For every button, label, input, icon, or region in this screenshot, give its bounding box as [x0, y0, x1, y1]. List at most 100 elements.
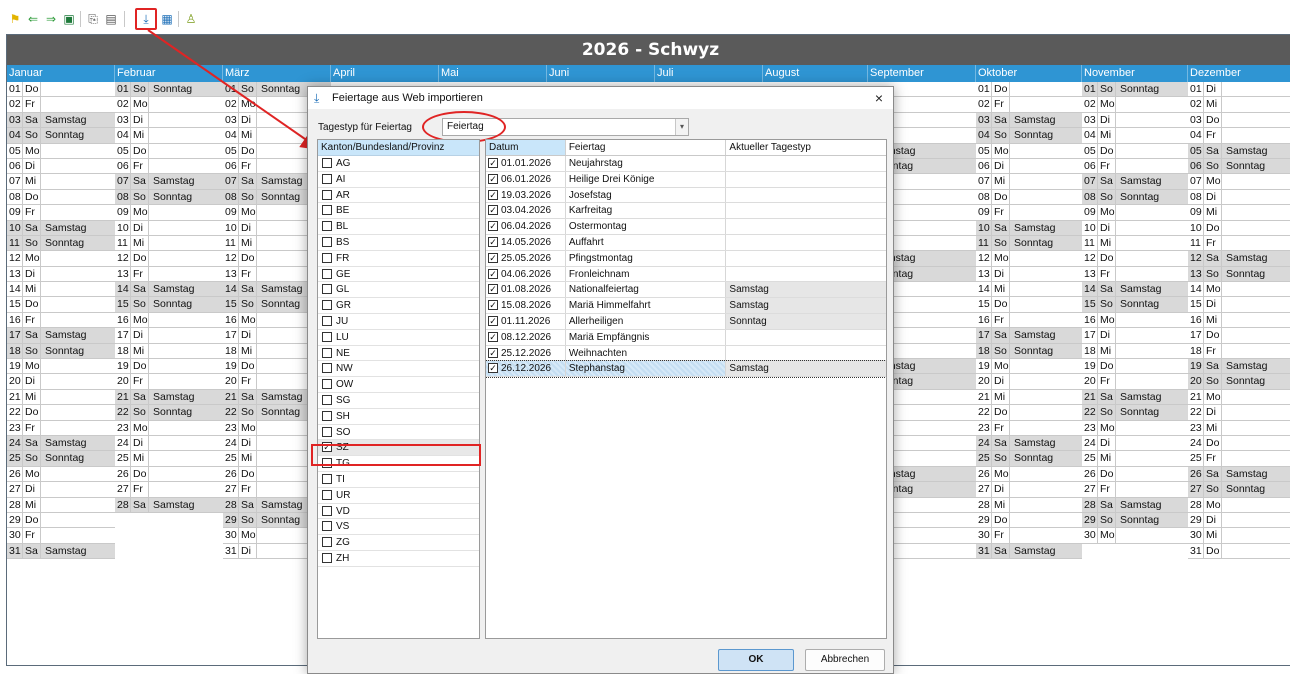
day-row[interactable]: 12 Do — [1082, 251, 1188, 267]
day-row[interactable]: 16 Mi — [1188, 312, 1290, 329]
checkbox[interactable] — [322, 236, 332, 247]
day-row[interactable]: 27 So Sonntag — [1188, 482, 1290, 498]
day-row[interactable]: 03 Do — [1188, 112, 1290, 129]
checkbox[interactable]: ✓ — [488, 236, 498, 247]
canton-item[interactable]: GR — [318, 298, 479, 314]
day-row[interactable]: 13 Fr — [115, 266, 223, 283]
day-row[interactable]: 01 Do — [976, 82, 1082, 98]
day-row[interactable]: 12 Mo — [7, 251, 115, 267]
day-row[interactable]: 08 So Sonntag — [1082, 189, 1188, 206]
day-row[interactable]: 16 Mo — [1082, 312, 1188, 329]
canton-item[interactable]: VD — [318, 504, 479, 520]
day-row[interactable]: 11 Mi — [1082, 235, 1188, 252]
day-row[interactable]: 14 Sa Samstag — [1082, 282, 1188, 298]
day-row[interactable]: 14 Mi — [976, 282, 1082, 298]
col-holiday-header[interactable]: Feiertag — [565, 140, 727, 155]
day-row[interactable]: 11 So Sonntag — [7, 235, 115, 252]
day-row[interactable]: 04 Mi — [115, 128, 223, 144]
day-row[interactable]: 24 Di — [1082, 435, 1188, 452]
checkbox[interactable]: ✓ — [488, 173, 498, 184]
day-row[interactable]: 26 Mo — [7, 466, 115, 483]
day-row[interactable]: 06 Di — [976, 158, 1082, 175]
chevron-down-icon[interactable]: ▾ — [675, 119, 688, 135]
canton-item[interactable]: UR — [318, 488, 479, 504]
day-row[interactable]: 27 Di — [976, 482, 1082, 498]
excel-icon[interactable]: ▣ — [62, 12, 76, 26]
day-row[interactable]: 08 Do — [7, 189, 115, 206]
day-row[interactable]: 03 Di — [115, 112, 223, 129]
day-row[interactable]: 20 So Sonntag — [1188, 374, 1290, 390]
day-row[interactable]: 21 Mo — [1188, 389, 1290, 406]
day-row[interactable]: 27 Fr — [115, 482, 223, 498]
checkbox[interactable] — [322, 221, 332, 232]
canton-item[interactable]: OW — [318, 377, 479, 393]
checkbox[interactable]: ✓ — [488, 158, 498, 168]
day-row[interactable]: 08 So Sonntag — [115, 189, 223, 206]
day-row[interactable]: 24 Do — [1188, 435, 1290, 452]
canton-item[interactable]: GL — [318, 282, 479, 299]
day-row[interactable]: 18 So Sonntag — [976, 343, 1082, 360]
canton-item[interactable]: SH — [318, 409, 479, 425]
checkbox[interactable] — [322, 189, 332, 200]
day-row[interactable]: 19 Do — [1082, 359, 1188, 375]
day-row[interactable]: 02 Fr — [976, 97, 1082, 113]
day-row[interactable]: 14 Sa Samstag — [115, 282, 223, 298]
day-row[interactable]: 01 So Sonntag — [115, 82, 223, 98]
day-row[interactable]: 16 Fr — [976, 312, 1082, 329]
checkbox[interactable] — [322, 537, 332, 548]
day-row[interactable]: 19 Sa Samstag — [1188, 359, 1290, 375]
day-row[interactable]: 23 Mo — [115, 420, 223, 436]
day-row[interactable]: 29 Do — [976, 512, 1082, 529]
holiday-row[interactable]: ✓ 03.04.2026 Karfreitag — [486, 203, 886, 220]
day-row[interactable]: 23 Mi — [1188, 420, 1290, 436]
canton-item[interactable]: FR — [318, 251, 479, 267]
checkbox[interactable] — [322, 347, 332, 358]
day-row[interactable]: 31 Sa Samstag — [7, 543, 115, 560]
checkbox[interactable] — [322, 489, 332, 500]
day-row[interactable]: 05 Mo — [7, 143, 115, 159]
day-row[interactable]: 31 Sa Samstag — [976, 543, 1082, 560]
day-row[interactable]: 08 Di — [1188, 189, 1290, 206]
day-row[interactable]: 25 Mi — [115, 451, 223, 467]
day-row[interactable]: 25 So Sonntag — [976, 451, 1082, 467]
checkbox[interactable]: ✓ — [488, 268, 498, 279]
day-row[interactable]: 22 So Sonntag — [1082, 405, 1188, 421]
day-row[interactable]: 04 Fr — [1188, 128, 1290, 144]
holiday-row[interactable]: ✓ 25.12.2026 Weihnachten — [486, 345, 886, 362]
canton-item[interactable]: ZG — [318, 535, 479, 551]
day-row[interactable]: 26 Mo — [976, 466, 1082, 483]
checkbox[interactable] — [322, 394, 332, 405]
checkbox[interactable] — [322, 300, 332, 311]
ok-button[interactable]: OK — [718, 649, 794, 671]
holiday-row[interactable]: ✓ 25.05.2026 Pfingstmontag — [486, 250, 886, 267]
person-icon[interactable]: ♙ — [184, 12, 198, 26]
checkbox[interactable] — [322, 473, 332, 484]
day-row[interactable]: 28 Mi — [976, 497, 1082, 513]
checkbox[interactable] — [322, 252, 332, 263]
holiday-row[interactable]: ✓ 01.11.2026 Allerheiligen Sonntag — [486, 313, 886, 330]
day-row[interactable]: 07 Mi — [7, 174, 115, 190]
day-row[interactable]: 10 Do — [1188, 220, 1290, 236]
day-row[interactable]: 24 Di — [115, 435, 223, 452]
day-row[interactable]: 05 Mo — [976, 143, 1082, 159]
checkbox[interactable] — [322, 410, 332, 421]
day-row[interactable]: 11 Fr — [1188, 235, 1290, 252]
day-row[interactable]: 26 Do — [115, 466, 223, 483]
checkbox[interactable] — [322, 363, 332, 374]
canton-item[interactable]: BL — [318, 219, 479, 235]
day-row[interactable]: 23 Fr — [7, 420, 115, 436]
arrow-left-icon[interactable]: ⇐ — [26, 12, 40, 26]
checkbox[interactable] — [322, 426, 332, 437]
day-row[interactable]: 23 Fr — [976, 420, 1082, 436]
day-row[interactable]: 18 So Sonntag — [7, 343, 115, 360]
day-row[interactable]: 06 Fr — [115, 158, 223, 175]
day-row[interactable]: 19 Mo — [7, 359, 115, 375]
checkbox[interactable] — [322, 205, 332, 216]
day-row[interactable]: 18 Mi — [115, 343, 223, 360]
day-row[interactable]: 24 Sa Samstag — [7, 435, 115, 452]
day-row[interactable]: 23 Mo — [1082, 420, 1188, 436]
checkbox[interactable] — [322, 331, 332, 342]
day-row[interactable]: 10 Sa Samstag — [7, 220, 115, 236]
flag-icon[interactable]: ⚑ — [8, 12, 22, 26]
day-row[interactable]: 26 Sa Samstag — [1188, 466, 1290, 483]
